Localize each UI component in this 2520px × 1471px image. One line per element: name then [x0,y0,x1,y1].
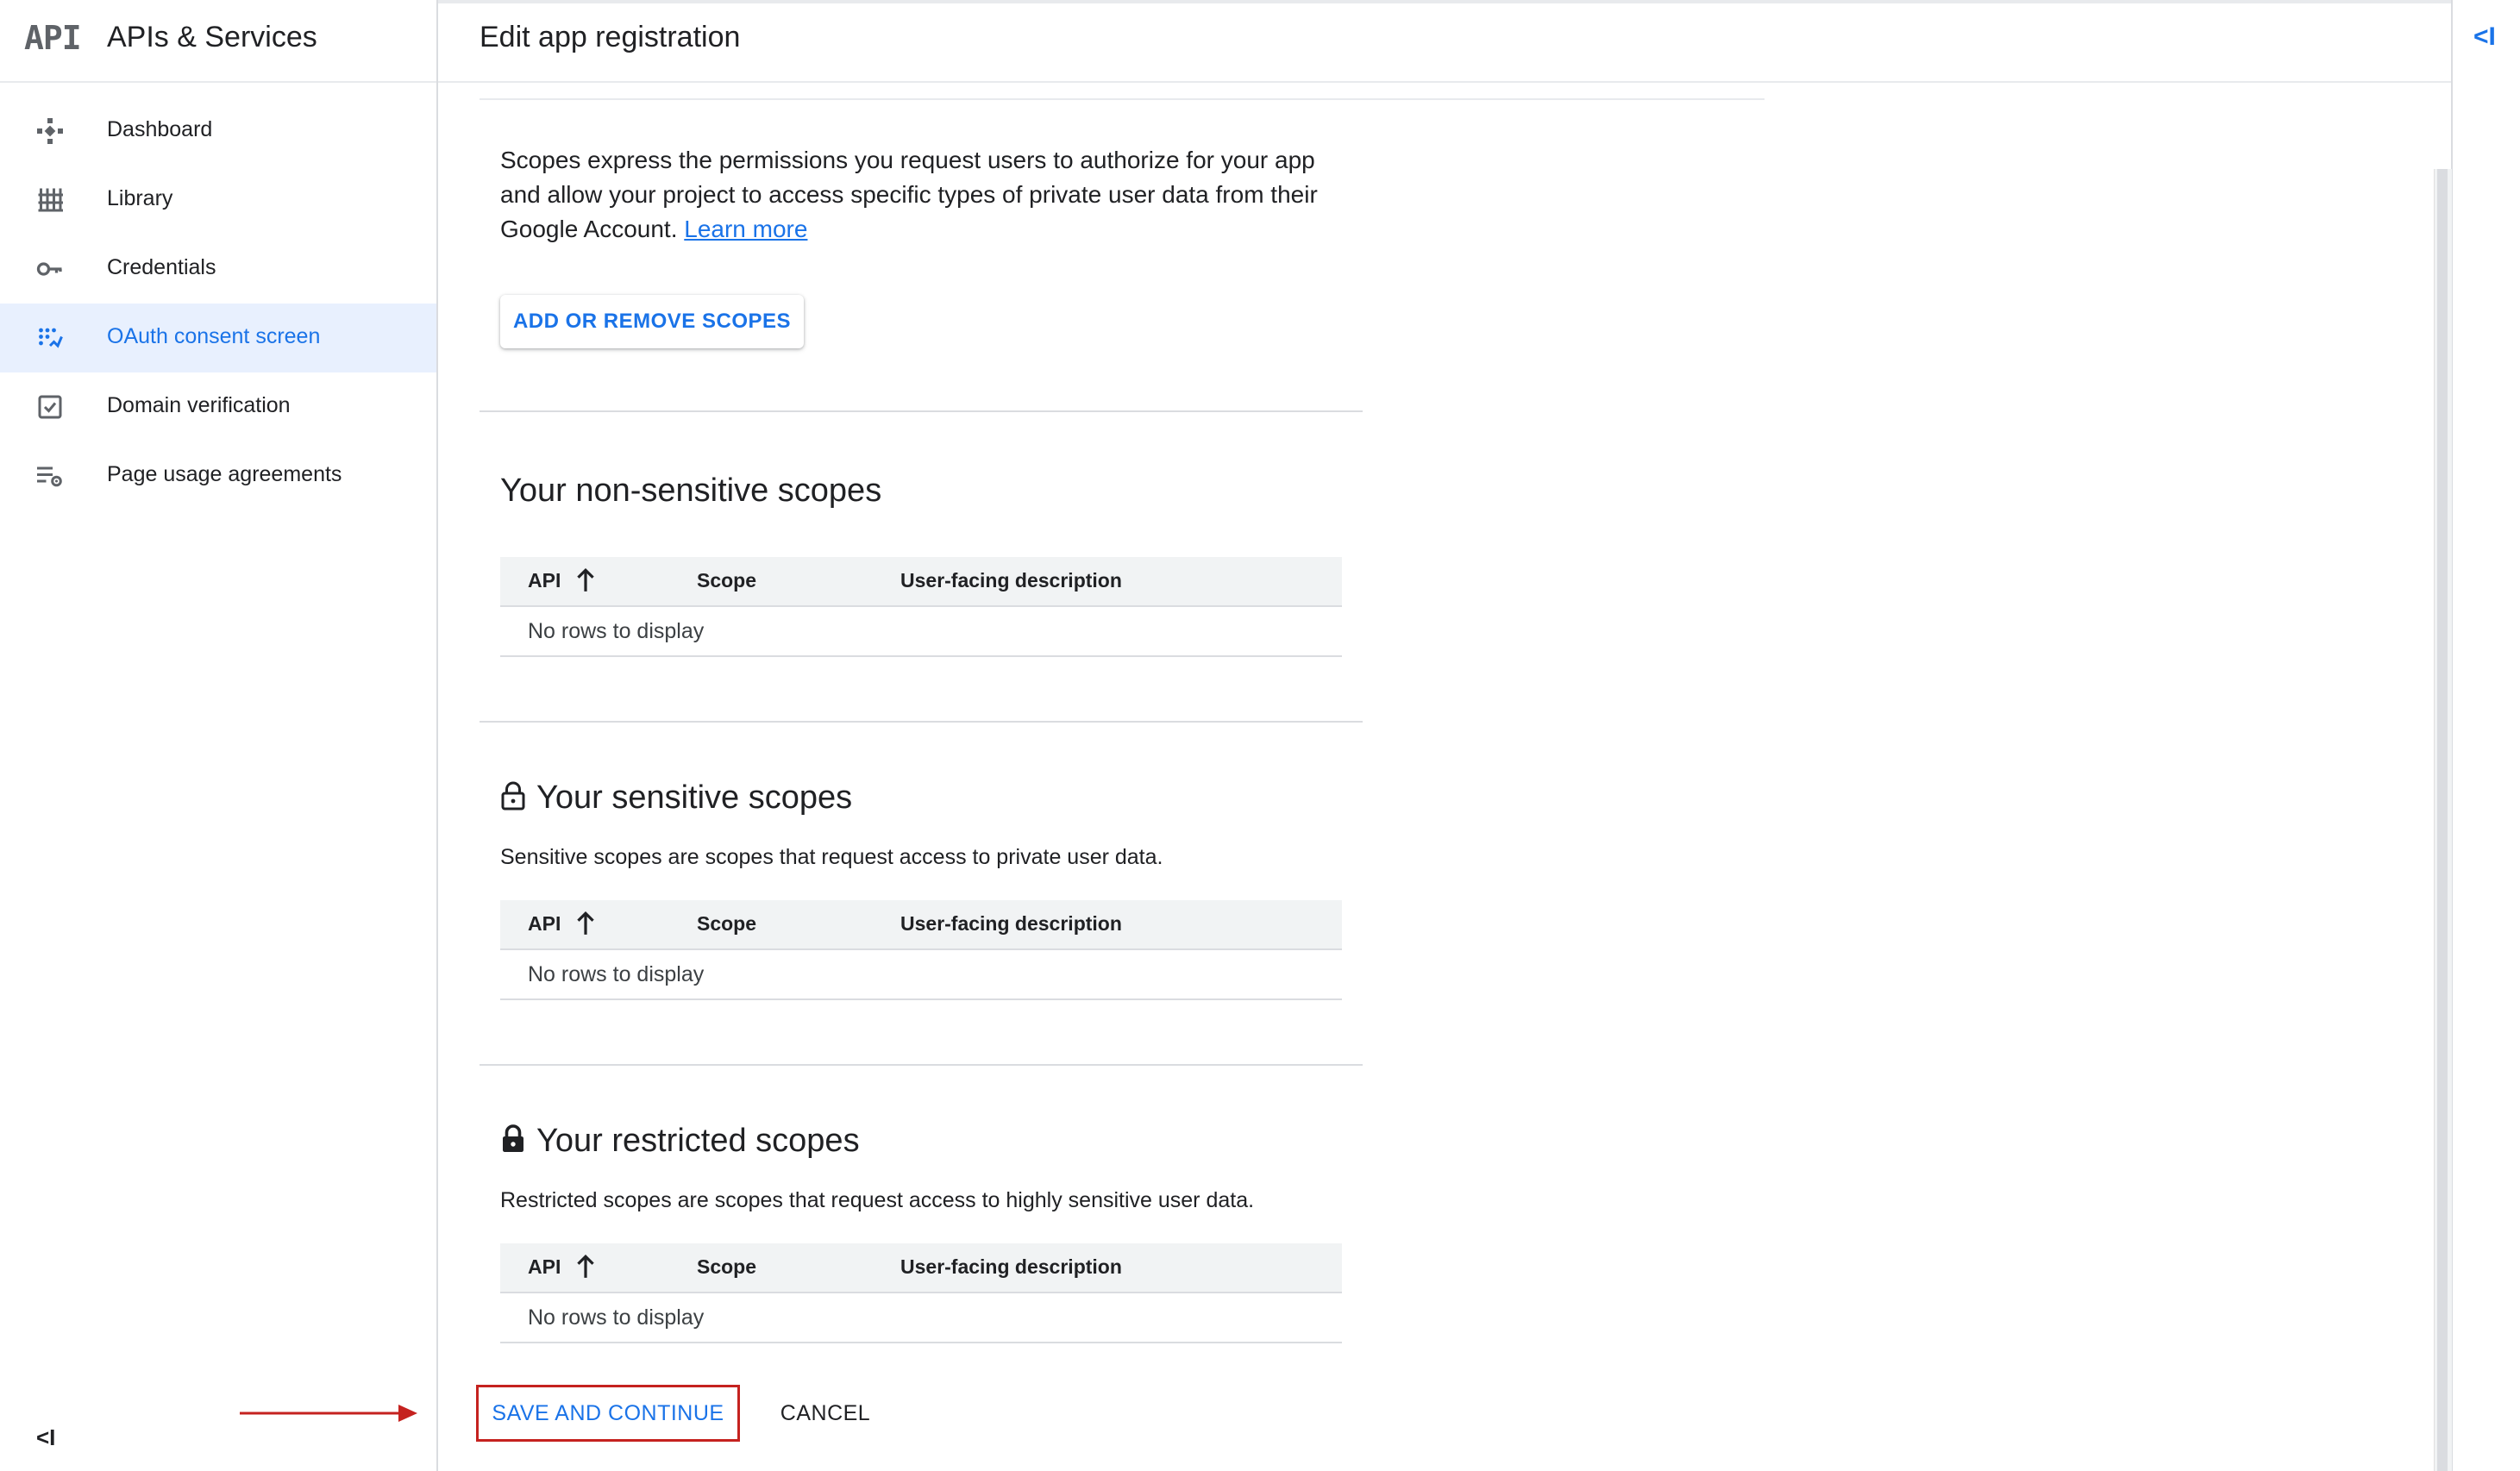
add-or-remove-scopes-button[interactable]: ADD OR REMOVE SCOPES [500,295,804,348]
sidebar-item-label: OAuth consent screen [107,324,321,348]
column-header-scope[interactable]: Scope [697,569,756,592]
sort-ascending-icon[interactable] [574,567,597,593]
non-sensitive-scopes-title: Your non-sensitive scopes [500,473,881,510]
restricted-scopes-table: API Scope User-facing description No row… [500,1243,1342,1343]
sidebar-item-credentials[interactable]: Credentials [0,235,436,304]
lock-open-icon [501,781,525,811]
section-title-text: Your restricted scopes [536,1123,860,1159]
sidebar-item-page-usage-agreements[interactable]: Page usage agreements [0,441,436,510]
sidebar-item-label: Page usage agreements [107,462,342,486]
empty-table-message: No rows to display [528,962,705,986]
empty-table-message: No rows to display [528,619,705,643]
save-and-continue-button[interactable]: SAVE AND CONTINUE [476,1385,740,1442]
domain-verification-icon [38,395,62,419]
table-header: API Scope User-facing description [500,1243,1342,1293]
oauth-consent-icon [39,328,63,348]
section-title-text: Your non-sensitive scopes [500,473,882,509]
library-icon [38,188,63,212]
column-header-api[interactable]: API [528,569,561,592]
sidebar-item-dashboard[interactable]: Dashboard [0,97,436,166]
app-title[interactable]: APIs & Services [107,21,317,54]
sidebar-item-library[interactable]: Library [0,166,436,235]
column-header-api[interactable]: API [528,1255,561,1279]
sidebar-item-oauth-consent-screen[interactable]: OAuth consent screen [0,304,436,372]
sensitive-scopes-table: API Scope User-facing description No row… [500,900,1342,1000]
scopes-intro-text: Scopes express the permissions you reque… [500,147,1318,242]
table-row: No rows to display [500,607,1342,657]
column-header-scope[interactable]: Scope [697,1255,756,1279]
column-header-description[interactable]: User-facing description [900,569,1122,592]
table-header: API Scope User-facing description [500,557,1342,607]
settings-list-icon [37,466,62,487]
column-header-description[interactable]: User-facing description [900,1255,1122,1279]
sort-ascending-icon[interactable] [574,1254,597,1280]
column-header-api[interactable]: API [528,912,561,936]
lock-icon [503,1124,523,1152]
scrollbar-thumb[interactable] [2437,169,2448,1471]
key-icon [36,262,62,276]
restricted-scopes-description: Restricted scopes are scopes that reques… [500,1188,1255,1212]
non-sensitive-scopes-table: API Scope User-facing description No row… [500,557,1342,657]
annotation-arrow-icon [240,1405,417,1422]
scopes-intro: Scopes express the permissions you reque… [500,143,1345,247]
sidebar-item-label: Library [107,186,173,210]
sidebar-item-label: Credentials [107,255,216,279]
page-header: Edit app registration [438,0,2451,83]
sidebar-brand: API APIs & Services [0,0,436,83]
learn-more-link[interactable]: Learn more [684,216,807,242]
column-header-description[interactable]: User-facing description [900,912,1122,936]
sidebar-item-domain-verification[interactable]: Domain verification [0,372,436,441]
table-row: No rows to display [500,1293,1342,1343]
sensitive-scopes-title: Your sensitive scopes [500,779,852,817]
sidebar: API APIs & Services Dashboard Library Cr… [0,0,438,1471]
section-title-text: Your sensitive scopes [536,779,853,816]
api-logo: API [24,19,82,57]
table-header: API Scope User-facing description [500,900,1342,950]
sidebar-item-label: Domain verification [107,393,291,417]
section-divider [480,1064,1363,1066]
empty-table-message: No rows to display [528,1305,705,1330]
section-divider-top [480,98,1765,100]
restricted-scopes-title: Your restricted scopes [500,1123,860,1160]
section-divider [480,410,1363,412]
dashboard-icon [37,118,63,144]
cancel-button[interactable]: CANCEL [769,1385,881,1442]
collapse-sidebar-button[interactable]: <I [36,1424,55,1451]
right-panel-rail: <I [2451,0,2520,1471]
sensitive-scopes-description: Sensitive scopes are scopes that request… [500,845,1163,869]
sidebar-item-label: Dashboard [107,117,213,141]
sidebar-nav: Dashboard Library Credentials OAuth cons… [0,97,436,510]
sort-ascending-icon[interactable] [574,911,597,936]
section-divider [480,721,1363,723]
table-row: No rows to display [500,950,1342,1000]
page-title: Edit app registration [480,21,741,53]
expand-panel-button[interactable]: <I [2473,22,2496,52]
column-header-scope[interactable]: Scope [697,912,756,936]
